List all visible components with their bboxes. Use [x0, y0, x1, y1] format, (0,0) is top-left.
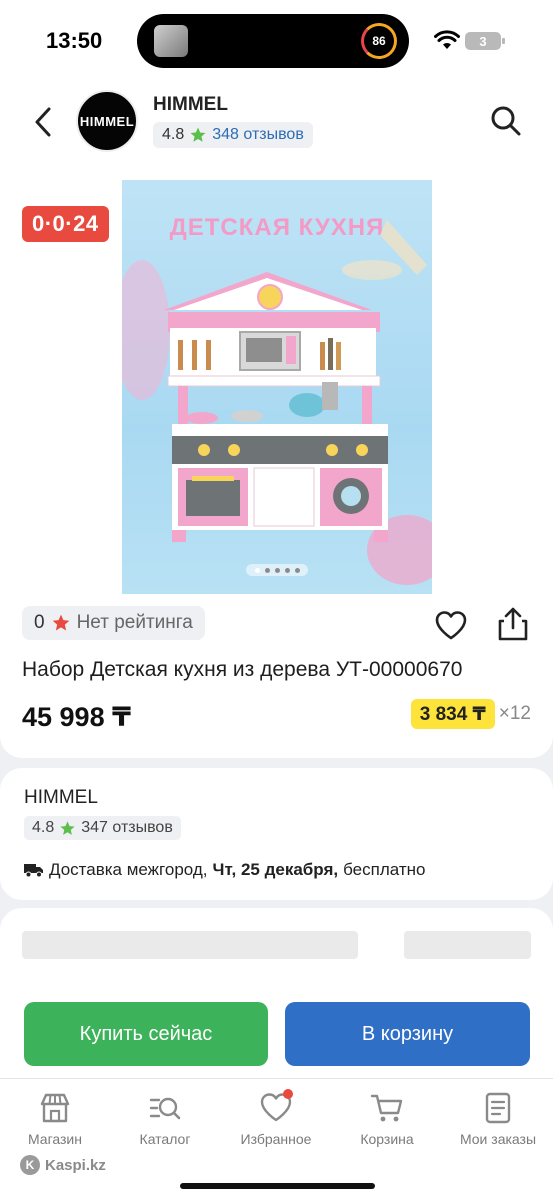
delivery-date: Чт, 25 декабря, [212, 860, 339, 879]
share-icon[interactable] [496, 606, 530, 642]
tab-label: Магазин [27, 1131, 82, 1147]
star-icon [52, 614, 69, 631]
loading-card: Купить сейчас В корзину [0, 908, 553, 1078]
carousel-dot[interactable] [284, 567, 290, 573]
seller-rating-value: 4.8 [32, 819, 55, 836]
home-indicator[interactable] [180, 1183, 375, 1189]
bottom-tab-bar: Магазин Каталог Избранное Корзина Мои за… [0, 1078, 553, 1200]
product-price: 45 998 ₸ [22, 702, 131, 732]
orders-icon [485, 1092, 511, 1124]
search-icon[interactable] [489, 104, 523, 138]
add-to-cart-button[interactable]: В корзину [285, 1002, 530, 1066]
shop-reviews-link[interactable]: 348 отзывов [212, 126, 304, 144]
notification-dot [283, 1089, 293, 1099]
delivery-suffix: бесплатно [343, 860, 426, 879]
status-time: 13:50 [46, 28, 103, 53]
carousel-dots[interactable] [246, 564, 308, 576]
toy-kitchen-illustration [122, 220, 432, 585]
product-rating-pill[interactable]: 0 Нет рейтинга [22, 606, 205, 640]
product-image-carousel[interactable]: ДЕТСКАЯ КУХНЯ [122, 180, 432, 594]
back-button[interactable] [26, 102, 60, 142]
tab-label: Каталог [139, 1131, 191, 1147]
tab-label: Мои заказы [459, 1131, 537, 1147]
wifi-icon [434, 30, 460, 49]
heart-icon[interactable] [434, 610, 468, 640]
chevron-left-icon [35, 107, 51, 137]
kaspi-brand-mark: K Kaspi.kz [20, 1155, 106, 1175]
shop-rating-value: 4.8 [162, 126, 185, 143]
installment-amount: 3 834 ₸ [410, 699, 495, 729]
star-icon [190, 127, 206, 142]
tab-cart[interactable]: Корзина [332, 1091, 442, 1147]
activity-ring-indicator: 86 [361, 23, 397, 59]
tab-shop[interactable]: Магазин [0, 1091, 110, 1147]
installment-offer[interactable]: 3 834 ₸ ×12 [410, 699, 531, 729]
carousel-dot[interactable] [294, 567, 300, 573]
star-icon [60, 820, 75, 835]
product-card: 0·0·24 ДЕТСКАЯ КУХНЯ 0 Нет рейтинга Набо… [0, 168, 553, 758]
seller-card[interactable]: HIMMEL 4.8 347 отзывов Доставка межгород… [0, 768, 553, 900]
seller-rating-badge[interactable]: 4.8 347 отзывов [24, 816, 181, 840]
kaspi-logo-icon: K [20, 1155, 40, 1175]
buy-now-button[interactable]: Купить сейчас [24, 1002, 268, 1066]
tab-orders[interactable]: Мои заказы [443, 1091, 553, 1147]
shop-header: HIMMEL HIMMEL 4.8 348 отзывов [0, 82, 553, 168]
tab-catalog[interactable]: Каталог [110, 1091, 220, 1147]
dynamic-island: 86 [137, 14, 409, 68]
delivery-prefix: Доставка межгород, [49, 860, 208, 879]
shop-icon [40, 1093, 70, 1123]
carousel-dot[interactable] [254, 567, 260, 573]
seller-name[interactable]: HIMMEL [24, 787, 98, 809]
rating-label: Нет рейтинга [76, 612, 193, 633]
seller-reviews: 347 отзывов [81, 819, 173, 836]
tab-favorites[interactable]: Избранное [221, 1089, 331, 1147]
product-title: Набор Детская кухня из дерева УТ-0000067… [22, 658, 463, 681]
tab-label: Корзина [360, 1131, 414, 1147]
live-activity-thumbnail [154, 25, 188, 57]
skeleton-placeholder [404, 931, 531, 959]
carousel-dot[interactable] [264, 567, 270, 573]
status-bar: 13:50 86 3 [0, 0, 553, 82]
battery-icon: 3 [465, 32, 505, 50]
skeleton-placeholder [22, 931, 358, 959]
carousel-dot[interactable] [274, 567, 280, 573]
catalog-search-icon [149, 1097, 181, 1120]
installment-months: ×12 [498, 703, 531, 724]
rating-count: 0 [34, 612, 45, 633]
tab-label: Избранное [240, 1131, 312, 1147]
cart-icon [370, 1094, 403, 1122]
brand-name: Kaspi.kz [45, 1156, 106, 1174]
promo-timer-badge: 0·0·24 [22, 206, 109, 242]
shop-name[interactable]: HIMMEL [153, 94, 228, 116]
shop-rating-badge[interactable]: 4.8 348 отзывов [153, 122, 313, 148]
delivery-info: Доставка межгород, Чт, 25 декабря, беспл… [24, 860, 425, 880]
truck-icon [24, 864, 43, 878]
shop-logo[interactable]: HIMMEL [76, 90, 138, 152]
